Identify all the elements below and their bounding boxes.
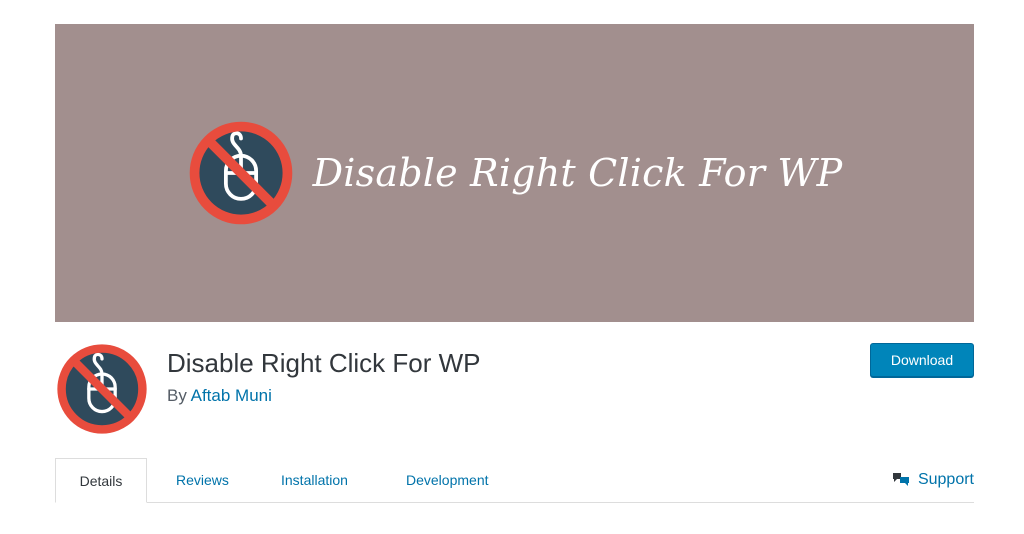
speech-bubbles-icon [892, 473, 909, 486]
plugin-byline: By Aftab Muni [167, 386, 272, 406]
no-mouse-icon [57, 344, 147, 434]
no-mouse-icon [189, 121, 292, 225]
support-link[interactable]: Support [892, 458, 974, 502]
byline-prefix: By [167, 386, 191, 405]
support-label: Support [917, 471, 974, 488]
tab-reviews[interactable]: Reviews [176, 458, 229, 502]
banner-title: Disable Right Click For WP [312, 151, 843, 195]
plugin-tabs: Details Reviews Installation Development… [55, 458, 974, 503]
tab-installation[interactable]: Installation [281, 458, 348, 502]
plugin-banner: Disable Right Click For WP [55, 24, 974, 322]
tab-details[interactable]: Details [55, 458, 147, 503]
author-link[interactable]: Aftab Muni [191, 386, 272, 405]
tab-development[interactable]: Development [406, 458, 489, 502]
download-button[interactable]: Download [870, 343, 974, 377]
page-title: Disable Right Click For WP [167, 348, 481, 378]
